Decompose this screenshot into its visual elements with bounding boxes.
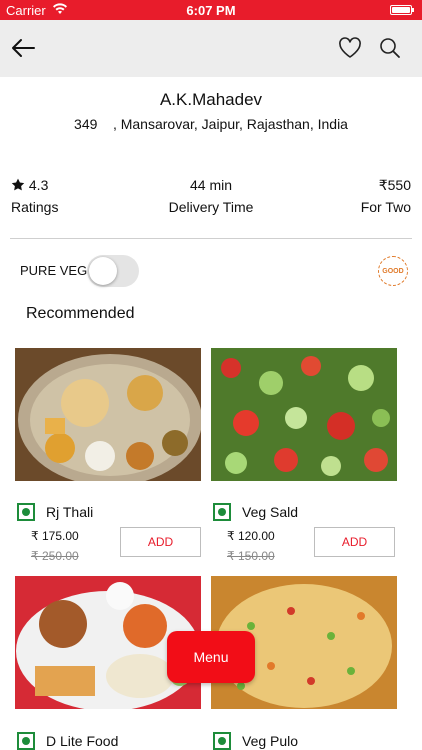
veg-indicator-icon [213, 503, 231, 521]
status-bar: Carrier 6:07 PM [0, 0, 422, 20]
restaurant-name: A.K.Mahadev [159, 90, 263, 109]
dish-card[interactable]: Rj Thali ₹ 175.00 ₹ 250.00 ADD [15, 348, 201, 563]
delivery-time-label: Delivery Time [168, 199, 254, 215]
add-button[interactable]: ADD [120, 527, 201, 557]
cost-label: For Two [360, 199, 411, 215]
rating-value: 4.3 [28, 177, 49, 193]
hygiene-badge-text: GOOD [382, 267, 404, 275]
dish-image-salad[interactable] [211, 348, 397, 481]
section-title: Recommended [26, 305, 135, 322]
dish-name: D Lite Food [46, 733, 119, 749]
dish-image-thali[interactable] [15, 348, 201, 481]
dish-name: Rj Thali [46, 504, 94, 520]
delivery-time-value: 44 min [189, 177, 233, 193]
veg-indicator-icon [17, 732, 35, 750]
menu-button[interactable]: Menu [167, 631, 255, 683]
dish-price: ₹ 120.00 [227, 529, 275, 543]
dish-name: Veg Pulo [242, 733, 299, 749]
clock: 6:07 PM [186, 3, 236, 18]
cost-value: ₹550 [378, 177, 411, 193]
pure-veg-toggle[interactable] [87, 255, 139, 287]
rating-label: Ratings [11, 199, 59, 215]
cost-stat: ₹550 For Two [361, 176, 411, 215]
restaurant-address: 349 , Mansarovar, Jaipur, Rajasthan, Ind… [74, 116, 348, 132]
veg-indicator-icon [213, 732, 231, 750]
dish-old-price: ₹ 250.00 [31, 549, 79, 563]
battery-icon [390, 5, 414, 15]
search-icon[interactable] [376, 34, 404, 62]
divider [10, 238, 412, 239]
star-icon [11, 177, 25, 193]
navigation-bar [0, 20, 422, 77]
add-button[interactable]: ADD [314, 527, 395, 557]
veg-indicator-icon [17, 503, 35, 521]
toggle-knob [89, 257, 117, 285]
dish-card[interactable]: Veg Sald ₹ 120.00 ₹ 150.00 ADD [211, 348, 397, 563]
hygiene-badge-icon: GOOD [378, 256, 408, 286]
dish-old-price: ₹ 150.00 [227, 549, 275, 563]
dish-name: Veg Sald [242, 504, 299, 520]
dish-price: ₹ 175.00 [31, 529, 79, 543]
delivery-stat: 44 min Delivery Time [0, 176, 422, 215]
back-arrow-icon[interactable] [9, 34, 37, 62]
heart-icon[interactable] [336, 34, 364, 62]
pure-veg-label: PURE VEG [20, 263, 88, 278]
rating-stat: 4.3 Ratings [11, 176, 58, 215]
